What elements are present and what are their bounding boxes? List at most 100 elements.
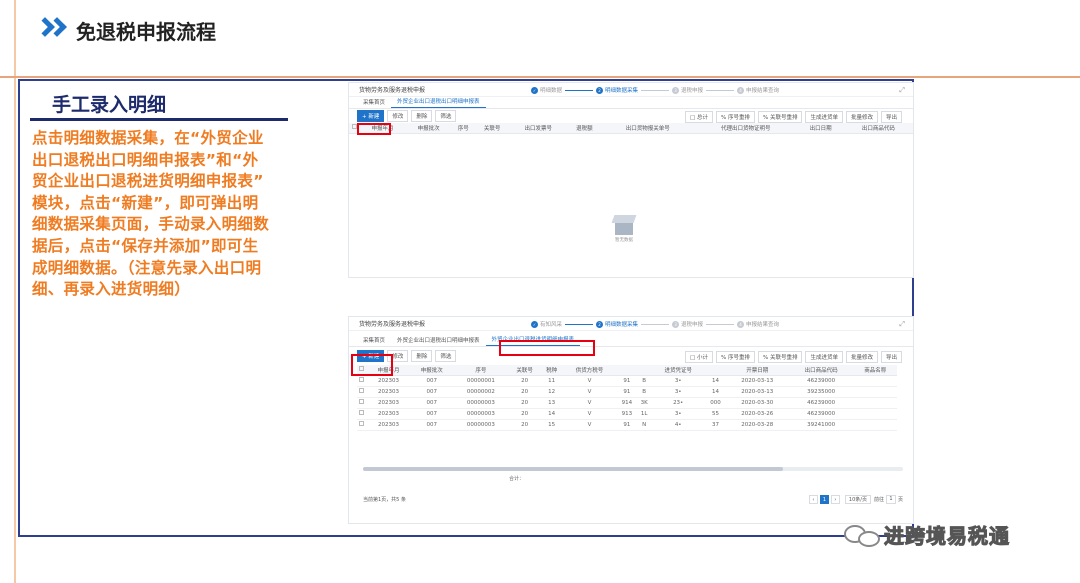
tab-export-detail[interactable]: 外贸企业出口退税出口明细申报表	[391, 97, 486, 108]
toolbar-right: □ 小计 % 序号重排 % 关联号重排 生成进货单 批量修改 导出	[685, 351, 905, 363]
goto-label: 前往	[873, 496, 884, 503]
column-header: 序号	[451, 123, 475, 134]
description-line: 细数据采集页面，手动录入明细数	[32, 215, 270, 234]
horizontal-scrollbar[interactable]	[363, 467, 903, 471]
table-cell: 46239000	[788, 397, 854, 409]
goto-suffix: 页	[897, 496, 903, 503]
step-4: 4 申报结果查询	[737, 86, 779, 94]
generate-purchase-button[interactable]: 生成进货单	[805, 351, 843, 363]
table-cell: N	[637, 419, 652, 431]
table-cell: 202303	[366, 408, 411, 420]
table-cell: 3K	[637, 397, 652, 409]
relink-button[interactable]: % 关联号重排	[757, 111, 803, 123]
column-header: 出口发票号	[509, 123, 568, 134]
scrollbar-thumb[interactable]	[363, 467, 783, 471]
table-cell: 46239000	[788, 408, 854, 420]
new-button[interactable]: + 新建	[357, 110, 385, 122]
page-size-select[interactable]: 10条/页	[844, 494, 871, 504]
window-titlebar: 货物劳务及服务退税申报 ✓ 有知风采 2 明细数据采集 3 退税申报 4 申报结果查询 …	[349, 317, 913, 331]
select-all-checkbox[interactable]	[351, 124, 357, 130]
table-row[interactable]: 202303 007 00000003 20 13 V 914 3K 23• 0…	[357, 397, 897, 409]
row-checkbox[interactable]	[359, 410, 365, 415]
table-row[interactable]: 202303 007 00000003 20 15 V 91 N 4• 37 2…	[357, 419, 897, 431]
batch-edit-button[interactable]: 批量修改	[845, 351, 878, 363]
step-3: 3 退税申报	[672, 86, 703, 94]
page-number[interactable]: 1	[819, 494, 829, 504]
generate-purchase-button[interactable]: 生成进货单	[805, 111, 843, 123]
table-header-row: 申报年月 申报批次 序号 关联号 税种 供货方税号 进货凭证号 开票日期 出口商…	[357, 365, 897, 376]
table-cell: 23•	[651, 397, 706, 409]
table-row[interactable]: 202303 007 00000002 20 12 V 91 B 3• 14 2…	[357, 386, 897, 398]
export-button[interactable]: 导出	[880, 351, 902, 363]
table-row[interactable]: 202303 007 00000003 20 14 V 913 1L 3• 55…	[357, 408, 897, 420]
column-header: 出口日期	[797, 123, 844, 134]
table-cell: 4•	[651, 419, 706, 431]
double-chevron-icon	[35, 17, 72, 42]
step-label: 有知风采	[540, 322, 563, 328]
row-checkbox[interactable]	[359, 399, 365, 404]
delete-button[interactable]: 删除	[411, 350, 433, 362]
row-checkbox[interactable]	[359, 388, 365, 393]
filter-button[interactable]: 筛选	[435, 110, 457, 122]
export-button[interactable]: 导出	[880, 111, 902, 123]
table-cell: V	[562, 397, 617, 409]
table-cell: 39241000	[788, 419, 854, 431]
column-header: 供货方税号	[562, 365, 617, 376]
section-description: 点击明细数据采集，在“外贸企业 出口退税出口明细申报表”和“外 贸企业出口退税进…	[32, 128, 314, 301]
description-line: 出口退税出口明细申报表”和“外	[32, 150, 259, 169]
table-cell: 007	[410, 408, 454, 420]
breadcrumb: 货物劳务及服务退税申报	[359, 87, 426, 94]
table-cell: V	[562, 386, 617, 398]
next-page-icon[interactable]: ›	[830, 494, 840, 504]
column-header: 申报批次	[410, 365, 454, 376]
expand-icon[interactable]: ⤢	[899, 320, 905, 329]
table-cell: 007	[410, 397, 454, 409]
step-connector	[706, 323, 735, 325]
step-label: 退税申报	[681, 88, 704, 94]
data-table: 申报年月 申报批次 序号 关联号 税种 供货方税号 进货凭证号 开票日期 出口商…	[357, 365, 897, 431]
tab-export-detail[interactable]: 外贸企业出口退税出口明细申报表	[391, 336, 486, 346]
table-cell: 11	[540, 375, 563, 387]
row-checkbox[interactable]	[359, 377, 365, 382]
table-cell: 914	[616, 397, 638, 409]
step-1: ✓ 明细数据	[531, 86, 562, 94]
table-cell: V	[562, 375, 617, 387]
window-titlebar: 货物劳务及服务退税申报 ✓ 明细数据 2 明细数据采集 3 退税申报 4 申报结果查询 …	[349, 83, 913, 97]
table-footer: 当前第1页，共5 条 ‹ 1 › 10条/页 前往 1 页	[363, 493, 903, 505]
total-button[interactable]: □ 总计	[685, 111, 713, 123]
table-cell: 20	[508, 386, 541, 398]
header: 免退税申报流程	[35, 12, 216, 48]
filter-button[interactable]: 筛选	[435, 350, 457, 362]
tab-home[interactable]: 采集首页	[357, 336, 391, 346]
table-cell: 20	[508, 419, 541, 431]
delete-button[interactable]: 删除	[411, 110, 433, 122]
breadcrumb: 货物劳务及服务退税申报	[359, 321, 426, 328]
prev-page-icon[interactable]: ‹	[808, 494, 818, 504]
description-line: 据后，点击“保存并添加”即可生	[32, 236, 259, 255]
step-indicator: ✓ 明细数据 2 明细数据采集 3 退税申报 4 申报结果查询	[531, 86, 779, 94]
goto-page-input[interactable]: 1	[885, 494, 896, 504]
sum-label: 合计：	[509, 476, 525, 482]
row-checkbox[interactable]	[359, 421, 365, 426]
table-cell: 00000003	[453, 408, 509, 420]
column-header: 序号	[453, 365, 509, 376]
reorder-button[interactable]: % 序号重排	[715, 111, 755, 123]
table-cell: 46239000	[788, 375, 854, 387]
subtotal-button[interactable]: □ 小计	[685, 351, 713, 363]
column-header: 申报批次	[405, 123, 452, 134]
edit-button[interactable]: 修改	[387, 110, 409, 122]
relink-button[interactable]: % 关联号重排	[757, 351, 803, 363]
section-title-underline	[30, 118, 288, 121]
table-cell: 2020-03-28	[725, 419, 789, 431]
column-header: 开票日期	[725, 365, 789, 376]
step-connector	[565, 323, 594, 325]
tab-home[interactable]: 采集首页	[357, 98, 391, 108]
reorder-button[interactable]: % 序号重排	[715, 351, 755, 363]
batch-edit-button[interactable]: 批量修改	[845, 111, 878, 123]
table-cell: 1L	[637, 408, 652, 420]
step-indicator: ✓ 有知风采 2 明细数据采集 3 退税申报 4 申报结果查询	[531, 320, 779, 328]
table-cell: 15	[540, 419, 563, 431]
step-label: 明细数据采集	[605, 322, 639, 328]
expand-icon[interactable]: ⤢	[899, 86, 905, 95]
table-row[interactable]: 202303 007 00000001 20 11 V 91 B 3• 14 2…	[357, 375, 897, 387]
